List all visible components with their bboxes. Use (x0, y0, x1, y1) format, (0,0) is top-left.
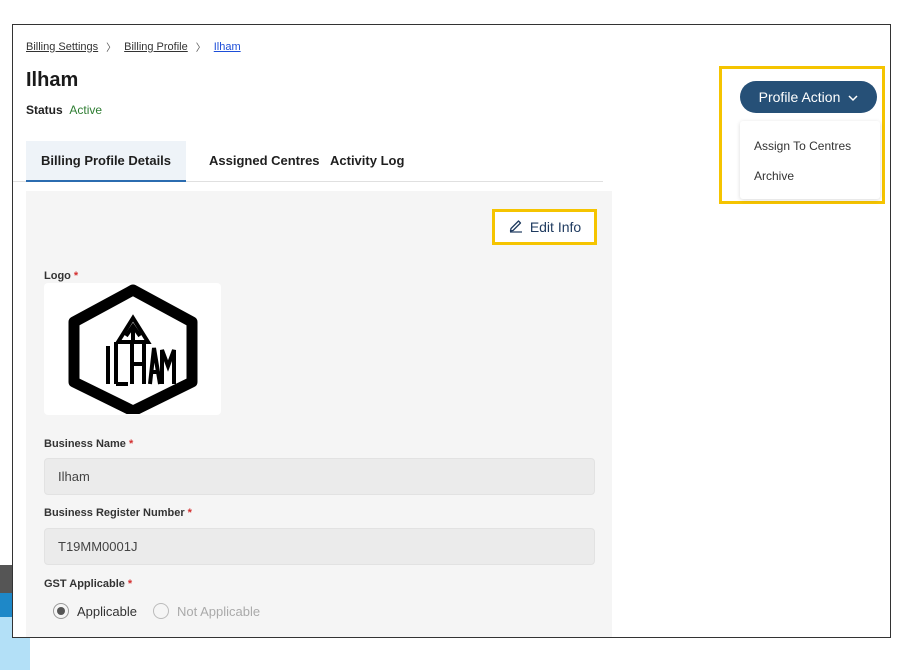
app-frame: Billing Settings 〉 Billing Profile 〉 Ilh… (12, 24, 891, 638)
business-name-label: Business Name * (44, 438, 133, 450)
pencil-icon (508, 217, 524, 238)
page-title: Ilham (26, 69, 79, 91)
register-number-field[interactable]: T19MM0001J (44, 528, 595, 565)
register-number-label: Business Register Number * (44, 507, 192, 519)
tab-bar: Billing Profile Details Assigned Centres… (13, 141, 603, 182)
ilham-logo (68, 284, 197, 414)
chevron-right-icon: 〉 (195, 43, 206, 54)
profile-action-highlight: Profile Action Assign To Centres Archive (719, 66, 885, 204)
menu-item-assign-to-centres[interactable]: Assign To Centres (754, 139, 851, 153)
breadcrumb-current[interactable]: Ilham (214, 41, 241, 53)
status-badge: Active (69, 103, 103, 117)
gst-label-text: GST Applicable (44, 578, 125, 590)
gst-not-applicable-label[interactable]: Not Applicable (177, 604, 260, 619)
profile-action-button[interactable]: Profile Action (740, 81, 877, 113)
business-name-label-text: Business Name (44, 438, 126, 450)
required-mark: * (73, 270, 79, 282)
status-line: Status Active (26, 103, 102, 117)
tab-activity-log[interactable]: Activity Log (315, 141, 419, 182)
profile-action-label: Profile Action (758, 89, 841, 105)
register-number-label-text: Business Register Number (44, 507, 185, 519)
breadcrumb: Billing Settings 〉 Billing Profile 〉 Ilh… (26, 39, 241, 55)
gst-label: GST Applicable * (44, 578, 132, 590)
logo-image (44, 283, 221, 415)
status-label: Status (26, 103, 63, 117)
menu-item-archive[interactable]: Archive (754, 169, 794, 183)
required-mark: * (128, 438, 134, 450)
profile-action-menu: Assign To Centres Archive (740, 121, 880, 199)
edit-info-button[interactable]: Edit Info (492, 209, 597, 245)
chevron-right-icon: 〉 (106, 43, 117, 54)
tab-billing-profile-details[interactable]: Billing Profile Details (26, 141, 187, 182)
logo-label-text: Logo (44, 270, 71, 282)
gst-applicable-label[interactable]: Applicable (77, 604, 137, 619)
business-name-field[interactable]: Ilham (44, 458, 595, 495)
breadcrumb-billing-profile[interactable]: Billing Profile (124, 41, 188, 53)
required-mark: * (187, 507, 192, 519)
gst-radio-group: Applicable Not Applicable (53, 603, 260, 619)
tab-assigned-centres[interactable]: Assigned Centres (194, 141, 335, 182)
gst-applicable-radio[interactable] (53, 603, 69, 619)
required-mark: * (127, 578, 133, 590)
logo-label: Logo * (44, 270, 78, 282)
gst-not-applicable-radio[interactable] (153, 603, 169, 619)
breadcrumb-billing-settings[interactable]: Billing Settings (26, 41, 98, 53)
chevron-down-icon (848, 89, 858, 105)
edit-info-label: Edit Info (529, 219, 582, 235)
